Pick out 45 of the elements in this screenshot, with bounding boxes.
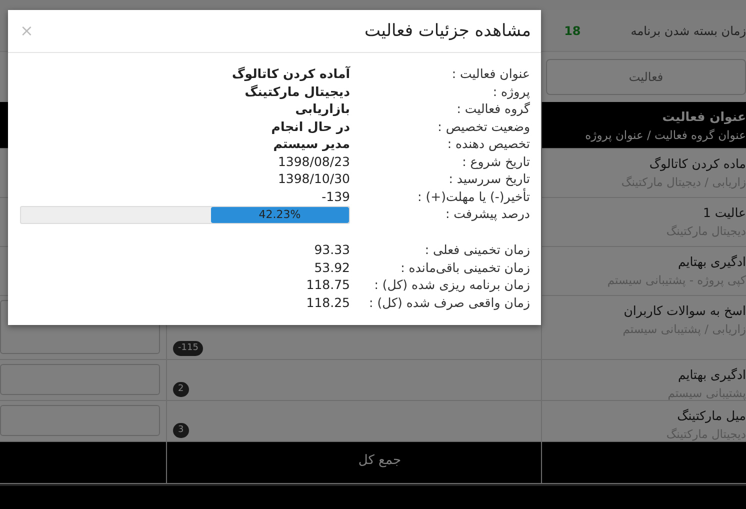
modal-title: مشاهده جزئیات فعالیت bbox=[364, 20, 531, 42]
field-value: بازاریابی bbox=[294, 100, 350, 118]
column-title: عنوان فعالیت bbox=[661, 108, 746, 126]
activity-title: ادگیری بهتایم bbox=[676, 366, 746, 384]
field-label: عنوان فعالیت : bbox=[450, 65, 530, 82]
field-label: تاریخ شروع : bbox=[461, 152, 530, 170]
field-label: زمان برنامه ریزی شده (کل) : bbox=[373, 276, 530, 294]
field-label: زمان تخمینی فعلی : bbox=[424, 241, 530, 258]
field-value: 1398/10/30 bbox=[276, 170, 350, 188]
field-value: آماده کردن کاتالوگ bbox=[230, 65, 350, 82]
count-badge: 3 bbox=[173, 423, 189, 438]
total-label: جمع کل bbox=[358, 452, 401, 470]
column-subtitle: عنوان گروه فعالیت / عنوان پروژه bbox=[584, 126, 746, 144]
field-label: پروژه : bbox=[492, 82, 530, 100]
activity-title: میل مارکتینگ bbox=[676, 407, 746, 425]
field-value: 118.25 bbox=[305, 294, 350, 311]
field-value: 118.75 bbox=[305, 276, 350, 294]
field-value: 1398/08/23 bbox=[276, 152, 350, 170]
field-value: 53.92 bbox=[313, 258, 350, 276]
field-label: تاریخ سررسید : bbox=[448, 170, 530, 188]
activity-title: ماده کردن کاتالوگ bbox=[648, 155, 746, 173]
input-field[interactable] bbox=[0, 364, 160, 395]
progress-fill: 42.23% bbox=[210, 207, 349, 223]
search-field[interactable]: فعالیت bbox=[546, 59, 746, 95]
field-label: زمان تخمینی باقی‌مانده : bbox=[400, 258, 530, 276]
field-label: تأخیر(-) یا مهلت(+) : bbox=[416, 188, 530, 205]
field-label: درصد پیشرفت : bbox=[444, 205, 530, 223]
field-value: دیجیتال مارکتینگ bbox=[244, 82, 350, 100]
close-button[interactable]: × bbox=[16, 23, 38, 39]
closing-time-label: زمان بسته شدن برنامه bbox=[630, 22, 746, 40]
input-field[interactable] bbox=[0, 405, 160, 436]
closing-time-value: 18 bbox=[564, 22, 581, 40]
field-value: 93.33 bbox=[313, 241, 350, 258]
field-value: -139 bbox=[320, 188, 350, 205]
activity-title: ادگیری بهتایم bbox=[676, 253, 746, 271]
field-value: مدیر سیستم bbox=[272, 135, 350, 152]
field-label: گروه فعالیت : bbox=[456, 100, 530, 118]
count-badge: 2 bbox=[173, 382, 189, 397]
activity-title: اسخ به سوالات کاربران bbox=[622, 302, 746, 320]
field-label: زمان واقعی صرف شده (کل) : bbox=[368, 294, 530, 311]
field-label: تخصیص دهنده : bbox=[446, 135, 530, 152]
activity-title: عالیت 1 bbox=[702, 204, 746, 222]
field-value: در حال انجام bbox=[270, 118, 350, 135]
field-label: وضعیت تخصیص : bbox=[436, 118, 530, 135]
count-badge: -115 bbox=[173, 341, 204, 356]
